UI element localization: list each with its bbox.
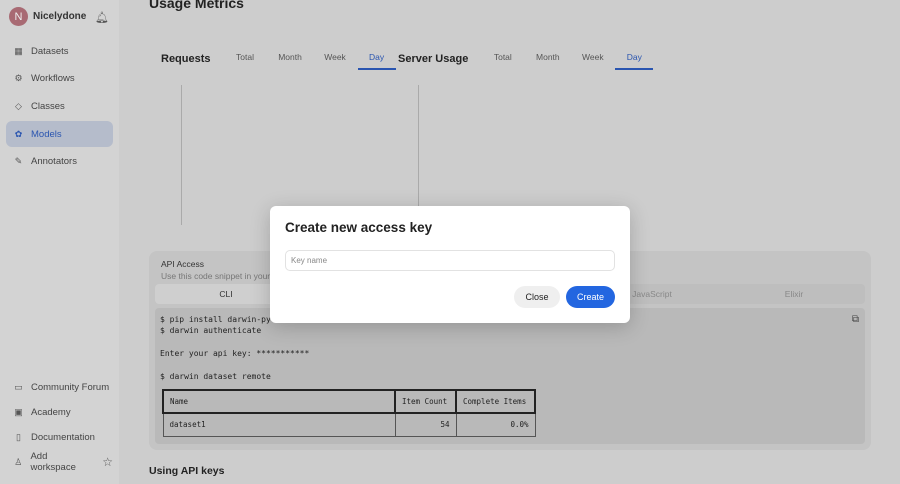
sidebar-item-models[interactable]: ✿ Models [6, 121, 113, 147]
sidebar-item-annotators[interactable]: ✎ Annotators [6, 148, 113, 174]
page-title: Usage Metrics [149, 0, 244, 11]
doc-icon: ▯ [16, 431, 21, 442]
pen-icon: ✎ [14, 155, 23, 166]
api-access-title: API Access [161, 259, 204, 269]
sidebar-item-label: Annotators [31, 155, 77, 167]
server-usage-title: Server Usage [398, 53, 469, 65]
create-access-key-modal: Create new access key Close Create [270, 206, 630, 323]
sidebar-item-academy[interactable]: ▣ Academy [6, 399, 113, 425]
workflow-icon: ⚙ [14, 72, 23, 83]
tag-icon: ◇ [15, 100, 22, 111]
requests-title: Requests [161, 53, 211, 65]
sidebar-item-workflows[interactable]: ⚙ Workflows [6, 65, 113, 91]
modal-title: Create new access key [285, 220, 433, 235]
tab-day[interactable]: Day [615, 48, 654, 70]
star-icon[interactable]: ☆ [102, 455, 113, 469]
user-add-icon: ♙ [14, 456, 23, 467]
sidebar-item-label: Community Forum [31, 381, 110, 393]
code-line: $ darwin authenticate [160, 326, 262, 335]
sidebar-item-label: Workflows [31, 72, 75, 84]
sidebar-item-label: Models [31, 128, 62, 140]
sidebar-item-classes[interactable]: ◇ Classes [6, 93, 113, 119]
tab-week[interactable]: Week [570, 48, 615, 70]
code-line: Enter your api key: *********** [160, 349, 310, 358]
code-line: $ pip install darwin-py [160, 315, 271, 324]
code-snippet: ⧉ $ pip install darwin-py $ darwin authe… [155, 308, 865, 444]
tab-month[interactable]: Month [268, 48, 313, 70]
server-chart-axis [418, 85, 419, 225]
requests-chart-axis [181, 85, 182, 225]
tab-week[interactable]: Week [313, 48, 358, 70]
key-name-input[interactable] [285, 250, 615, 271]
sidebar-item-label: Datasets [31, 45, 69, 57]
cell: dataset1 [162, 412, 396, 437]
tab-day[interactable]: Day [357, 48, 396, 70]
sidebar: N Nicelydone 🔔︎ ▦ Datasets ⚙ Workflows ◇ Cl… [0, 0, 119, 484]
table-row: dataset1 54 0.0% [162, 412, 536, 437]
section-title: Using API keys [149, 465, 225, 477]
copy-icon[interactable]: ⧉ [852, 314, 859, 325]
column-header: Complete Items [455, 389, 536, 414]
sidebar-item-label: Documentation [31, 431, 95, 443]
table-header-row: Name Item Count Complete Items [162, 389, 536, 414]
grid-icon: ▦ [14, 45, 23, 56]
api-access-subtitle: Use this code snippet in your p [161, 271, 278, 281]
sidebar-item-community-forum[interactable]: ▭ Community Forum [6, 374, 113, 400]
code-line: $ darwin dataset remote [160, 372, 271, 381]
server-usage-tabs: Server Usage Total Month Week Day [398, 48, 654, 70]
sidebar-item-label: Classes [31, 100, 65, 112]
tab-total[interactable]: Total [480, 48, 525, 70]
sidebar-item-documentation[interactable]: ▯ Documentation [6, 424, 113, 450]
column-header: Name [162, 389, 396, 414]
tab-month[interactable]: Month [525, 48, 570, 70]
avatar: N [9, 7, 28, 26]
tab-elixir[interactable]: Elixir [723, 284, 865, 304]
requests-tabs: Requests Total Month Week Day [161, 48, 396, 70]
cell: 0.0% [455, 412, 536, 437]
play-icon: ▣ [14, 406, 23, 417]
workspace-switcher[interactable]: N Nicelydone [9, 7, 86, 26]
tab-total[interactable]: Total [223, 48, 268, 70]
model-icon: ✿ [14, 128, 23, 139]
create-button[interactable]: Create [566, 286, 615, 308]
chat-icon: ▭ [14, 381, 23, 392]
sidebar-item-label: Add workspace [30, 451, 76, 473]
sidebar-item-add-workspace[interactable]: ♙ Add workspace ☆ [6, 449, 113, 475]
column-header: Item Count [394, 389, 457, 414]
sidebar-item-label: Academy [31, 406, 71, 418]
close-button[interactable]: Close [514, 286, 560, 308]
cell: 54 [394, 412, 457, 437]
bell-icon[interactable]: 🔔︎ [95, 11, 109, 24]
sidebar-item-datasets[interactable]: ▦ Datasets [6, 38, 113, 64]
dataset-table: Name Item Count Complete Items dataset1 … [162, 389, 536, 437]
workspace-name: Nicelydone [33, 11, 87, 22]
